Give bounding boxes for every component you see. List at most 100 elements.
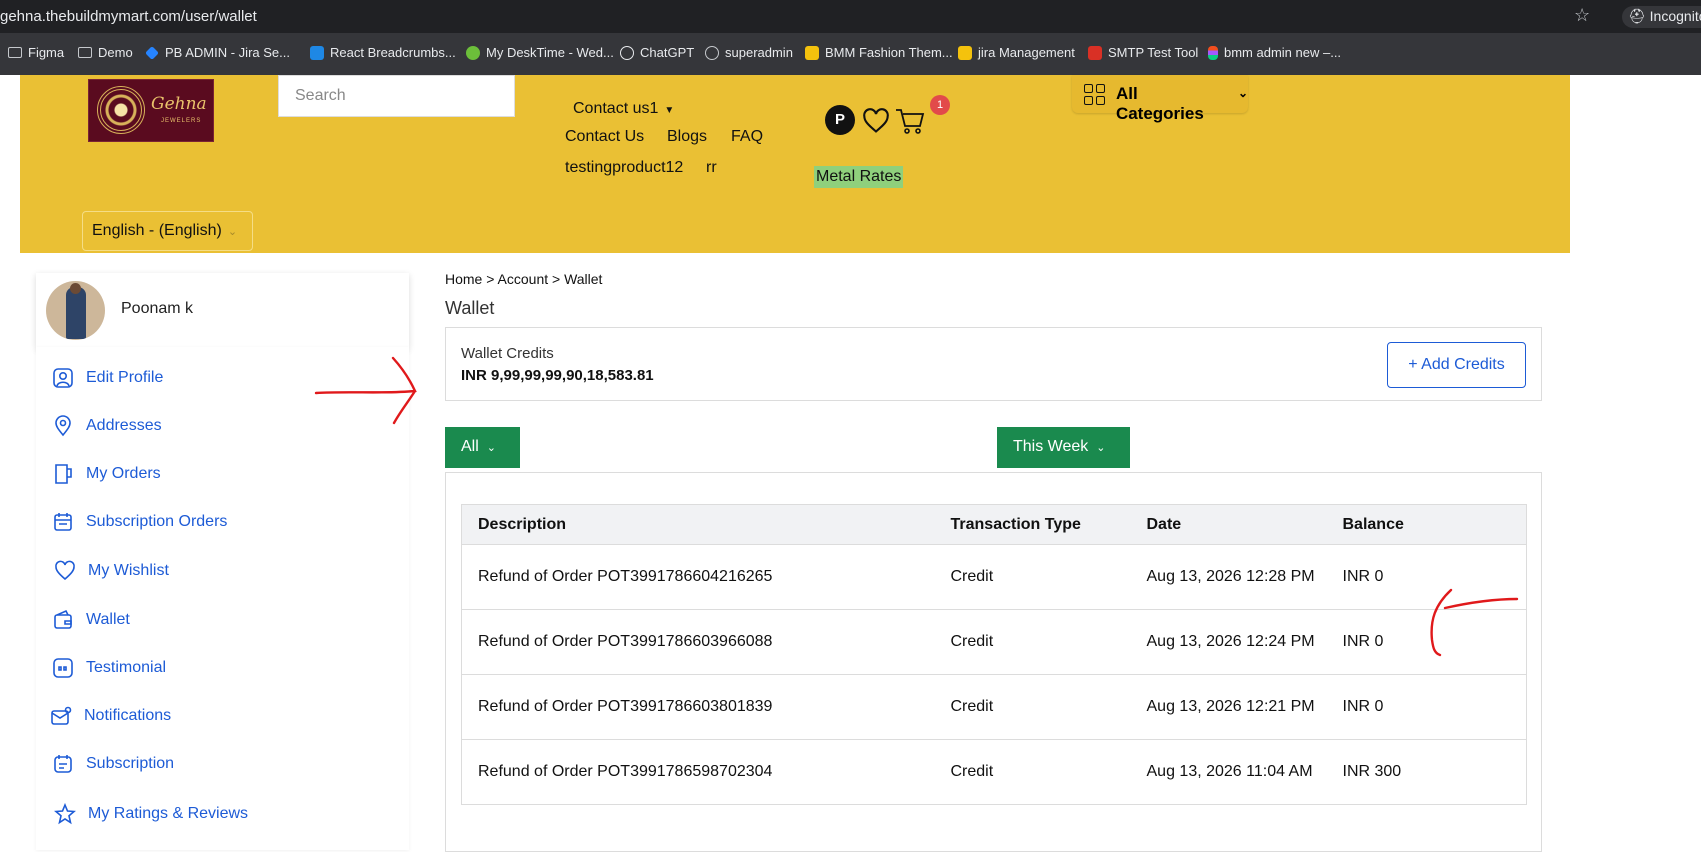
star-icon: [54, 803, 76, 825]
orders-icon: [55, 464, 72, 484]
folder-icon: [78, 47, 92, 58]
contact-dropdown[interactable]: Contact us1 ▼: [573, 100, 674, 118]
nav-contact-us[interactable]: Contact Us: [565, 128, 644, 146]
column-header-description: Description: [461, 504, 935, 545]
cell-date: Aug 13, 2026 12:21 PM: [1130, 674, 1327, 740]
bookmark-jira-management[interactable]: jira Management: [958, 45, 1075, 60]
cell-date: Aug 13, 2026 11:04 AM: [1130, 739, 1327, 805]
bookmark-pb-admin[interactable]: PB ADMIN - Jira Se...: [145, 45, 290, 60]
cell-description: Refund of Order POT3991786603966088: [461, 609, 935, 675]
envelope-icon: [51, 706, 72, 725]
sidebar-item-subscription[interactable]: Subscription: [52, 753, 174, 775]
column-header-balance: Balance: [1326, 504, 1527, 545]
browser-address-bar: gehna.thebuildmymart.com/user/wallet ☆ ⛑…: [0, 0, 1701, 33]
incognito-label: Incognito: [1649, 8, 1701, 24]
search-input[interactable]: Search: [278, 75, 515, 117]
bookmark-demo[interactable]: Demo: [78, 45, 133, 60]
incognito-icon: ⛑: [1628, 8, 1646, 24]
jira-icon: [145, 45, 159, 60]
bookmark-react-breadcrumbs[interactable]: React Breadcrumbs...: [310, 45, 456, 60]
nav-blogs[interactable]: Blogs: [667, 128, 707, 146]
nav-testingproduct12[interactable]: testingproduct12: [565, 159, 683, 177]
sidebar-item-testimonial[interactable]: Testimonial: [52, 657, 166, 679]
sidebar-item-edit-profile[interactable]: Edit Profile: [52, 367, 163, 389]
sidebar-item-my-ratings-reviews[interactable]: My Ratings & Reviews: [54, 803, 248, 825]
metal-rates-link[interactable]: Metal Rates: [814, 166, 904, 188]
mui-icon: [310, 45, 324, 60]
avatar: [46, 281, 105, 340]
wallet-credits-amount: INR 9,99,99,99,90,18,583.81: [461, 367, 654, 384]
wallet-credits-label: Wallet Credits: [461, 345, 554, 362]
cart-count-badge: 1: [930, 95, 950, 115]
bookmark-figma[interactable]: Figma: [8, 45, 64, 60]
profile-avatar-button[interactable]: P: [825, 105, 855, 135]
quote-icon: [53, 658, 73, 678]
site-logo[interactable]: Gehna JEWELERS: [88, 79, 214, 142]
transaction-type-filter[interactable]: All ⌄: [445, 427, 520, 468]
language-select[interactable]: English - (English) ⌄: [82, 211, 253, 251]
bookmark-star-icon[interactable]: ☆: [1574, 5, 1590, 26]
logo-subtitle: JEWELERS: [161, 118, 202, 124]
table-row: Refund of Order POT3991786604216265 Cred…: [461, 544, 1527, 610]
bookmark-desktime[interactable]: My DeskTime - Wed...: [466, 45, 614, 60]
cell-transaction-type: Credit: [934, 609, 1131, 675]
url-text[interactable]: gehna.thebuildmymart.com/user/wallet: [0, 8, 257, 25]
column-header-transaction-type: Transaction Type: [934, 504, 1131, 545]
incognito-badge[interactable]: ⛑ Incognito: [1622, 6, 1701, 28]
all-categories-button[interactable]: All Categories ⌄: [1072, 75, 1248, 123]
column-header-date: Date: [1130, 504, 1327, 545]
cart-icon[interactable]: [894, 106, 926, 136]
sidebar-item-addresses[interactable]: Addresses: [52, 415, 162, 437]
user-name: Poonam k: [121, 300, 194, 317]
sidebar-item-subscription-orders[interactable]: Subscription Orders: [52, 511, 227, 533]
cell-date: Aug 13, 2026 12:28 PM: [1130, 544, 1327, 610]
nav-faq[interactable]: FAQ: [731, 128, 763, 146]
cell-description: Refund of Order POT3991786603801839: [461, 674, 935, 740]
page: Gehna JEWELERS Search Contact us1 ▼ Conta…: [0, 75, 1701, 852]
sidebar-item-wallet[interactable]: Wallet: [52, 609, 130, 631]
main-content: Home > Account > Wallet Wallet Wallet Cr…: [431, 253, 1570, 852]
bookmark-chatgpt[interactable]: ChatGPT: [620, 45, 694, 60]
lightning-icon: [958, 45, 972, 60]
lightning-icon: [805, 45, 819, 60]
smtp-icon: [1088, 45, 1102, 60]
cell-transaction-type: Credit: [934, 544, 1131, 610]
bookmark-bmm-fashion[interactable]: BMM Fashion Them...: [805, 45, 953, 60]
calendar-icon: [54, 513, 72, 531]
logo-brand: Gehna: [151, 94, 207, 114]
user-icon: [53, 368, 73, 388]
sidebar-item-my-wishlist[interactable]: My Wishlist: [54, 560, 169, 582]
logo-mandala-icon: [97, 86, 145, 134]
figma-icon: [1208, 45, 1218, 60]
grid-icon: [1084, 84, 1108, 106]
bookmark-bmm-admin[interactable]: bmm admin new –...: [1208, 45, 1341, 60]
period-filter[interactable]: This Week ⌄: [997, 427, 1130, 468]
folder-icon: [8, 47, 22, 58]
caret-down-icon: ▼: [664, 105, 675, 116]
transactions-table: Description Transaction Type Date Balanc…: [461, 504, 1527, 805]
add-credits-button[interactable]: + Add Credits: [1387, 342, 1526, 388]
wallet-credits-card: Wallet Credits INR 9,99,99,99,90,18,583.…: [445, 327, 1542, 401]
bookmark-smtp-test[interactable]: SMTP Test Tool: [1088, 45, 1198, 60]
table-row: Refund of Order POT3991786603966088 Cred…: [461, 609, 1527, 675]
table-header-row: Description Transaction Type Date Balanc…: [461, 504, 1527, 545]
cell-balance: INR 0: [1326, 609, 1527, 675]
site-header: Gehna JEWELERS Search Contact us1 ▼ Conta…: [20, 75, 1570, 253]
transactions-panel: Description Transaction Type Date Balanc…: [445, 472, 1542, 852]
chevron-down-icon: ⌄: [1237, 86, 1248, 100]
breadcrumb[interactable]: Home > Account > Wallet: [445, 271, 602, 287]
desktime-icon: [466, 45, 480, 60]
chatgpt-icon: [620, 45, 634, 60]
bookmarks-bar: Figma Demo PB ADMIN - Jira Se... React B…: [0, 33, 1701, 75]
cell-balance: INR 300: [1326, 739, 1527, 805]
bookmark-superadmin[interactable]: superadmin: [705, 45, 793, 60]
nav-rr[interactable]: rr: [706, 159, 717, 177]
cell-description: Refund of Order POT3991786604216265: [461, 544, 935, 610]
sidebar-item-my-orders[interactable]: My Orders: [52, 463, 161, 485]
heart-icon: [55, 560, 75, 581]
cell-balance: INR 0: [1326, 674, 1527, 740]
wishlist-heart-icon[interactable]: [862, 108, 890, 134]
sidebar-item-notifications[interactable]: Notifications: [50, 705, 171, 727]
cell-description: Refund of Order POT3991786598702304: [461, 739, 935, 805]
cell-transaction-type: Credit: [934, 739, 1131, 805]
